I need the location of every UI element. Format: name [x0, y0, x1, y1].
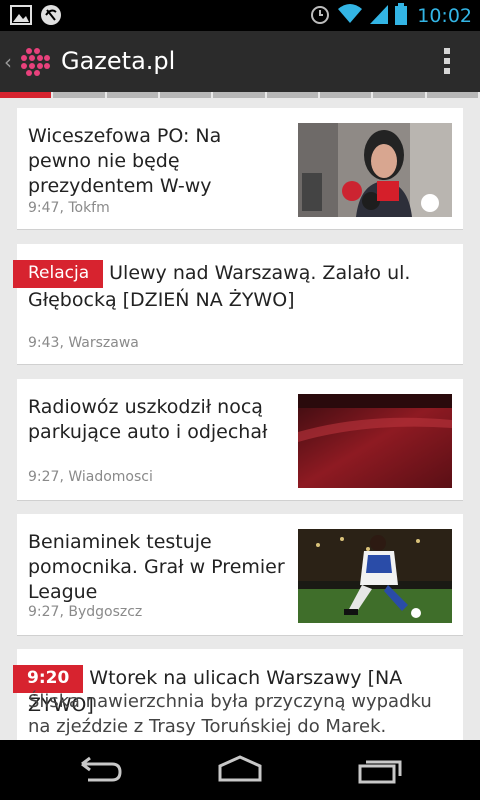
app-logo-icon[interactable] — [20, 47, 50, 77]
gallery-icon — [10, 4, 32, 30]
navigation-bar — [0, 740, 480, 800]
news-lead: Śliska nawierzchnia była przyczyną wypad… — [28, 691, 432, 737]
wifi-icon — [337, 3, 363, 29]
sync-icon — [40, 4, 62, 30]
news-title: Beniaminek testuje pomocnika. Grał w Pre… — [28, 531, 285, 603]
up-caret-icon[interactable]: ‹ — [4, 50, 12, 74]
news-meta: 9:47, Tokfm — [28, 200, 110, 216]
live-badge: Relacja — [13, 260, 104, 288]
news-card[interactable]: 9:20 Wtorek na ulicach Warszawy [NA ŻYWO]… — [13, 649, 463, 740]
news-title: Relacja Ulewy nad Warszawą. Zalało ul. Gł… — [13, 260, 448, 313]
news-card[interactable]: Relacja Ulewy nad Warszawą. Zalało ul. Gł… — [13, 244, 463, 365]
news-title: Radiowóz uszkodził nocą parkujące auto i… — [28, 396, 268, 443]
red-car-photo — [298, 394, 452, 488]
football-player-photo — [298, 529, 452, 623]
news-card[interactable]: Wiceszefowa PO: Na pewno nie będę prezyd… — [17, 108, 463, 230]
clock-time: 10:02 — [417, 5, 472, 27]
news-meta: 9:27, Wiadomosci — [28, 469, 153, 485]
news-feed: Wiceszefowa PO: Na pewno nie będę prezyd… — [0, 98, 480, 740]
news-meta: 9:27, Bydgoszcz — [28, 604, 143, 620]
press-conference-photo — [298, 123, 452, 217]
overflow-menu-icon[interactable] — [444, 48, 450, 76]
news-meta: 9:43, Warszawa — [28, 335, 139, 351]
recent-apps-icon[interactable] — [356, 754, 404, 786]
news-card[interactable]: Radiowóz uszkodził nocą parkujące auto i… — [17, 379, 463, 501]
status-bar: 10:02 — [0, 0, 480, 31]
home-icon[interactable] — [216, 754, 264, 786]
back-icon[interactable] — [76, 754, 124, 786]
battery-icon — [395, 3, 408, 29]
action-bar: ‹ Gazeta.pl — [0, 31, 480, 92]
alarm-icon — [309, 3, 331, 29]
signal-icon — [369, 3, 389, 29]
news-title: Wiceszefowa PO: Na pewno nie będę prezyd… — [28, 125, 222, 197]
app-title: Gazeta.pl — [61, 47, 176, 75]
news-card[interactable]: Beniaminek testuje pomocnika. Grał w Pre… — [17, 514, 463, 636]
